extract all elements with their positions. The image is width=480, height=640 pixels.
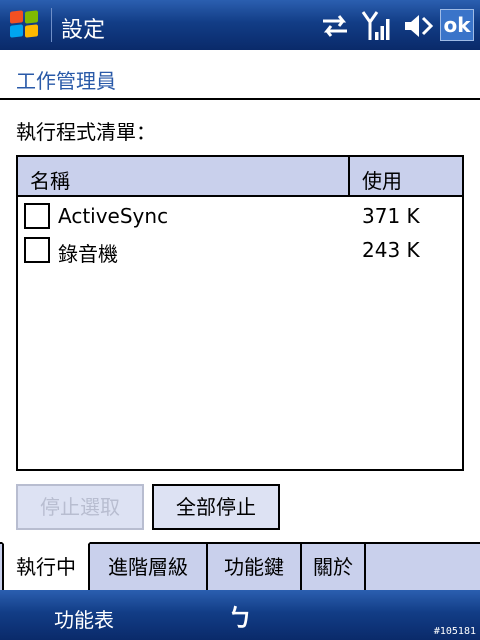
app-title: 設定 xyxy=(61,18,106,43)
stop-all-button[interactable]: 全部停止 xyxy=(152,484,280,530)
running-programs-list[interactable]: 名稱 使用 ActiveSync 371 K 錄音機 243 K xyxy=(16,155,464,471)
column-header-usage[interactable]: 使用 xyxy=(362,165,402,194)
stop-selected-button[interactable]: 停止選取 xyxy=(16,484,144,530)
list-header: 名稱 使用 xyxy=(18,157,462,197)
program-usage: 243 K xyxy=(362,238,420,262)
signal-strength-icon[interactable] xyxy=(361,10,393,42)
speaker-icon[interactable] xyxy=(403,12,435,40)
tab-about[interactable]: 關於 xyxy=(302,544,366,590)
running-programs-caption: 執行程式清單： xyxy=(16,120,156,144)
column-divider[interactable] xyxy=(348,157,350,195)
page-title: 工作管理員 xyxy=(16,69,116,93)
watermark-text: #105181 xyxy=(433,626,476,637)
ok-button[interactable]: ok xyxy=(440,9,474,41)
title-separator xyxy=(51,8,52,42)
menu-softkey[interactable]: 功能表 xyxy=(54,604,114,633)
title-bar: 設定 ok xyxy=(0,0,480,50)
sync-arrows-icon[interactable] xyxy=(319,13,351,39)
softkey-bar: 功能表 ㄅ #105181 xyxy=(0,590,480,640)
program-name: 錄音機 xyxy=(58,242,118,266)
start-button[interactable] xyxy=(0,0,52,50)
page-header: 工作管理員 xyxy=(0,50,480,100)
column-header-name[interactable]: 名稱 xyxy=(30,165,70,194)
program-name: ActiveSync xyxy=(58,204,169,228)
list-item[interactable]: 錄音機 243 K xyxy=(18,233,462,267)
status-icons xyxy=(319,9,435,43)
windows-start-icon xyxy=(10,10,40,39)
tab-advanced[interactable]: 進階層級 xyxy=(90,544,208,590)
row-checkbox[interactable] xyxy=(24,237,50,263)
tab-running[interactable]: 執行中 xyxy=(2,542,90,590)
program-usage: 371 K xyxy=(362,204,420,228)
tab-function-keys[interactable]: 功能鍵 xyxy=(208,544,302,590)
input-panel-button[interactable]: ㄅ xyxy=(228,598,252,633)
tab-bar: 執行中 進階層級 功能鍵 關於 xyxy=(0,542,480,590)
list-item[interactable]: ActiveSync 371 K xyxy=(18,199,462,233)
row-checkbox[interactable] xyxy=(24,203,50,229)
